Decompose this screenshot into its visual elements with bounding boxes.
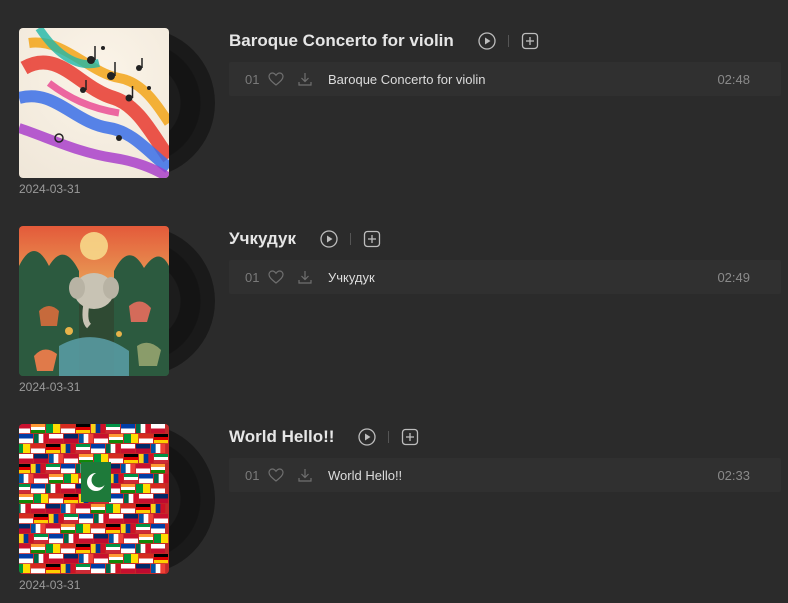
album-cover-image[interactable] [19, 28, 169, 178]
track-duration: 02:48 [717, 71, 750, 87]
add-to-playlist-icon [402, 428, 419, 446]
track-duration: 02:33 [717, 467, 750, 483]
download-icon [298, 469, 312, 482]
world-flags-collage-art [19, 424, 169, 574]
divider [349, 233, 351, 245]
divider [507, 35, 509, 47]
heart-icon [268, 270, 284, 284]
add-to-playlist-button[interactable] [521, 32, 539, 50]
like-button[interactable] [268, 72, 284, 86]
add-to-playlist-button[interactable] [401, 428, 419, 446]
abstract-music-splash-art [19, 28, 169, 178]
track-title[interactable]: World Hello!! [328, 468, 402, 483]
album-header: Baroque Concerto for violin [229, 30, 539, 52]
download-icon [298, 73, 312, 86]
play-all-button[interactable] [320, 230, 338, 248]
album-date: 2024-03-31 [19, 578, 81, 592]
album-card: 2024-03-31 Учкудук 01 Учкудук 02:49 [0, 198, 788, 396]
album-date: 2024-03-31 [19, 380, 81, 394]
track-row[interactable]: 01 World Hello!! 02:33 [229, 458, 781, 492]
play-circle-icon [478, 32, 496, 50]
divider [388, 431, 390, 443]
track-number: 01 [245, 467, 260, 483]
add-to-playlist-button[interactable] [363, 230, 381, 248]
download-button[interactable] [297, 269, 313, 285]
jungle-elephant-art [19, 226, 169, 376]
add-to-playlist-icon [363, 230, 381, 248]
heart-icon [268, 468, 284, 482]
track-duration: 02:49 [717, 269, 750, 285]
track-title[interactable]: Учкудук [328, 270, 375, 285]
album-title[interactable]: Baroque Concerto for violin [229, 31, 454, 51]
download-icon [298, 271, 312, 284]
album-cover-wrapper[interactable] [19, 28, 215, 178]
track-number: 01 [245, 71, 260, 87]
heart-icon [268, 72, 284, 86]
album-date: 2024-03-31 [19, 182, 81, 196]
album-title[interactable]: Учкудук [229, 229, 296, 249]
play-circle-icon [358, 428, 377, 446]
track-number: 01 [245, 269, 260, 285]
like-button[interactable] [268, 468, 284, 482]
album-header: World Hello!! [229, 426, 419, 448]
track-title[interactable]: Baroque Concerto for violin [328, 72, 486, 87]
play-circle-icon [320, 230, 338, 248]
like-button[interactable] [268, 270, 284, 284]
album-cover-wrapper[interactable] [19, 226, 215, 376]
album-cover-image[interactable] [19, 424, 169, 574]
play-all-button[interactable] [358, 428, 377, 446]
album-cover-wrapper[interactable] [19, 424, 215, 574]
album-title[interactable]: World Hello!! [229, 427, 334, 447]
album-list: 2024-03-31 Baroque Concerto for violin 0… [0, 0, 788, 603]
track-row[interactable]: 01 Baroque Concerto for violin 02:48 [229, 62, 781, 96]
album-card: 2024-03-31 Baroque Concerto for violin 0… [0, 0, 788, 198]
play-all-button[interactable] [478, 32, 496, 50]
add-to-playlist-icon [521, 32, 538, 50]
album-cover-image[interactable] [19, 226, 169, 376]
album-card: 2024-03-31 World Hello!! 01 World Hello!… [0, 396, 788, 594]
album-header: Учкудук [229, 228, 381, 250]
track-row[interactable]: 01 Учкудук 02:49 [229, 260, 781, 294]
download-button[interactable] [297, 467, 313, 483]
download-button[interactable] [297, 71, 313, 87]
